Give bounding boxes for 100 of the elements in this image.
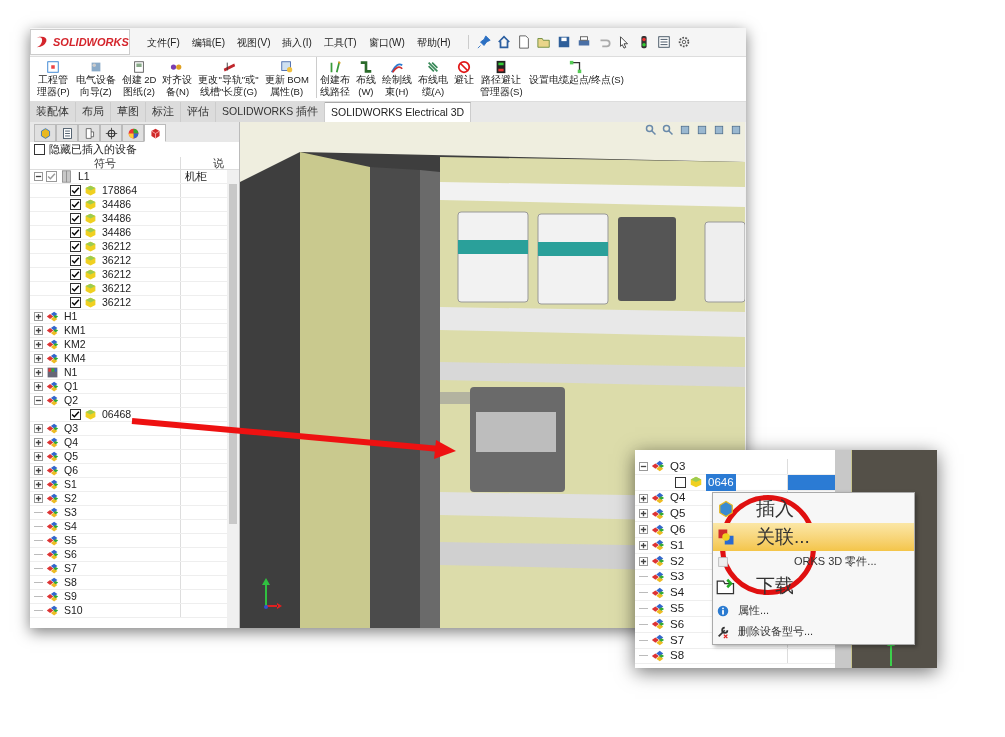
tree-item[interactable]: S3 bbox=[62, 504, 79, 521]
ribbon-button[interactable]: 避让 bbox=[450, 57, 477, 86]
ribbon-button[interactable]: 绘制线 束(H) bbox=[378, 57, 415, 98]
checkbox[interactable] bbox=[70, 227, 81, 238]
tree-item[interactable]: N1 bbox=[62, 364, 80, 381]
expander[interactable] bbox=[34, 424, 43, 433]
view-cube-icon[interactable] bbox=[730, 124, 742, 136]
tree-item[interactable]: Q6 bbox=[62, 462, 80, 479]
tree-item[interactable]: S7 bbox=[668, 631, 687, 649]
ribbon-button[interactable]: 工程管 理器(P) bbox=[34, 57, 73, 98]
ribbon-button[interactable]: 更新 BOM 属性(B) bbox=[261, 57, 312, 98]
tree-item[interactable]: S6 bbox=[62, 546, 79, 563]
zoom-area-icon[interactable] bbox=[662, 124, 674, 136]
expander[interactable] bbox=[34, 312, 43, 321]
tree-item[interactable]: S8 bbox=[62, 574, 79, 591]
checkbox[interactable] bbox=[70, 199, 81, 210]
tree-item[interactable]: Q4 bbox=[62, 434, 80, 451]
rotate-icon[interactable] bbox=[679, 124, 691, 136]
list-icon[interactable] bbox=[656, 35, 671, 49]
new-document-icon[interactable] bbox=[516, 35, 531, 49]
menu-item[interactable]: 关联... bbox=[713, 523, 914, 551]
tree-item[interactable]: S10 bbox=[62, 602, 85, 619]
display-style-icon[interactable] bbox=[713, 124, 725, 136]
panel-tab[interactable] bbox=[100, 124, 122, 142]
section-icon[interactable] bbox=[696, 124, 708, 136]
tree-item[interactable]: 34486 bbox=[100, 224, 134, 241]
expander[interactable] bbox=[639, 540, 648, 550]
column-header[interactable]: 符号 bbox=[30, 157, 180, 169]
tree-item[interactable]: 36212 bbox=[100, 252, 134, 269]
tree-item[interactable]: S4 bbox=[668, 584, 687, 602]
tree-item[interactable]: S2 bbox=[668, 552, 687, 570]
scrollbar[interactable] bbox=[227, 170, 239, 628]
tree-item[interactable]: KM2 bbox=[62, 336, 88, 353]
tree-item[interactable]: Q5 bbox=[62, 448, 80, 465]
expander[interactable] bbox=[34, 368, 43, 377]
menu-item[interactable]: 帮助(H) bbox=[411, 34, 456, 50]
menu-item[interactable]: 文件(F) bbox=[142, 34, 185, 50]
checkbox[interactable] bbox=[70, 185, 81, 196]
expander[interactable] bbox=[34, 466, 43, 475]
ribbon-button[interactable]: 布线电 缆(A) bbox=[414, 57, 451, 98]
expander[interactable] bbox=[639, 461, 648, 471]
ribbon-button[interactable]: 电气设备 向导(Z) bbox=[72, 57, 119, 98]
tree-item[interactable]: H1 bbox=[62, 308, 80, 325]
tree-item[interactable]: 36212 bbox=[100, 280, 134, 297]
settings-icon[interactable] bbox=[676, 35, 691, 49]
open-folder-icon[interactable] bbox=[536, 35, 551, 49]
tree-item[interactable]: S7 bbox=[62, 560, 79, 577]
tree-item[interactable]: 34486 bbox=[100, 196, 134, 213]
tree-item[interactable]: S3 bbox=[668, 568, 687, 586]
expander[interactable] bbox=[34, 452, 43, 461]
tree-item[interactable]: 36212 bbox=[100, 238, 134, 255]
tree-item[interactable]: S1 bbox=[668, 536, 687, 554]
expander[interactable] bbox=[34, 396, 43, 405]
checkbox[interactable] bbox=[34, 144, 45, 155]
panel-tab[interactable] bbox=[144, 124, 166, 142]
tab[interactable]: 布局 bbox=[76, 102, 111, 122]
tree-item[interactable]: S2 bbox=[62, 490, 79, 507]
menu-item[interactable]: 工具(T) bbox=[318, 34, 362, 50]
checkbox[interactable] bbox=[70, 297, 81, 308]
tree-item[interactable]: S9 bbox=[62, 588, 79, 605]
menu-item[interactable]: 插入 bbox=[713, 495, 914, 523]
tree-item[interactable]: Q1 bbox=[62, 378, 80, 395]
tab[interactable]: 标注 bbox=[146, 102, 181, 122]
tree-item[interactable]: S4 bbox=[62, 518, 79, 535]
expander[interactable] bbox=[639, 556, 648, 566]
expander[interactable] bbox=[639, 509, 648, 519]
checkbox[interactable] bbox=[70, 269, 81, 280]
tab[interactable]: SOLIDWORKS Electrical 3D bbox=[325, 102, 472, 122]
tree-item[interactable]: Q3 bbox=[62, 420, 80, 437]
menu-item[interactable]: 删除设备型号... bbox=[713, 621, 914, 642]
expander[interactable] bbox=[34, 354, 43, 363]
checkbox[interactable] bbox=[70, 241, 81, 252]
menu-item[interactable]: 编辑(E) bbox=[186, 34, 231, 50]
checkbox[interactable] bbox=[70, 255, 81, 266]
tree-item[interactable]: 34486 bbox=[100, 210, 134, 227]
expander[interactable] bbox=[34, 494, 43, 503]
checkbox[interactable] bbox=[70, 283, 81, 294]
ribbon-button[interactable]: 路径避让 管理器(S) bbox=[476, 57, 526, 98]
menu-item[interactable]: 窗口(W) bbox=[363, 34, 410, 50]
expander[interactable] bbox=[639, 525, 648, 535]
panel-tab[interactable] bbox=[56, 124, 78, 142]
tree-item[interactable]: 36212 bbox=[100, 294, 134, 311]
menu-item[interactable]: 插入(I) bbox=[277, 34, 317, 50]
tree-item[interactable]: Q4 bbox=[668, 489, 688, 507]
ribbon-button[interactable]: 创建布 线路径 bbox=[315, 57, 353, 98]
tree-item[interactable]: S5 bbox=[62, 532, 79, 549]
ribbon-button[interactable]: 更改"导轨"或" 线槽"长度(G) bbox=[195, 57, 262, 98]
checkbox[interactable] bbox=[46, 171, 57, 182]
tree-item[interactable]: L1 bbox=[76, 170, 92, 185]
expander[interactable] bbox=[34, 382, 43, 391]
tree-item[interactable]: Q6 bbox=[668, 520, 688, 539]
column-header[interactable]: 说 bbox=[180, 157, 228, 169]
tree-item[interactable]: 36212 bbox=[100, 266, 134, 283]
tree-item[interactable]: S5 bbox=[668, 599, 687, 618]
checkbox[interactable] bbox=[70, 409, 81, 420]
menu-item[interactable]: 视图(V) bbox=[232, 34, 276, 50]
tab[interactable]: 评估 bbox=[181, 102, 216, 122]
expander[interactable] bbox=[34, 172, 43, 181]
checkbox[interactable] bbox=[70, 213, 81, 224]
print-icon[interactable] bbox=[576, 35, 591, 49]
